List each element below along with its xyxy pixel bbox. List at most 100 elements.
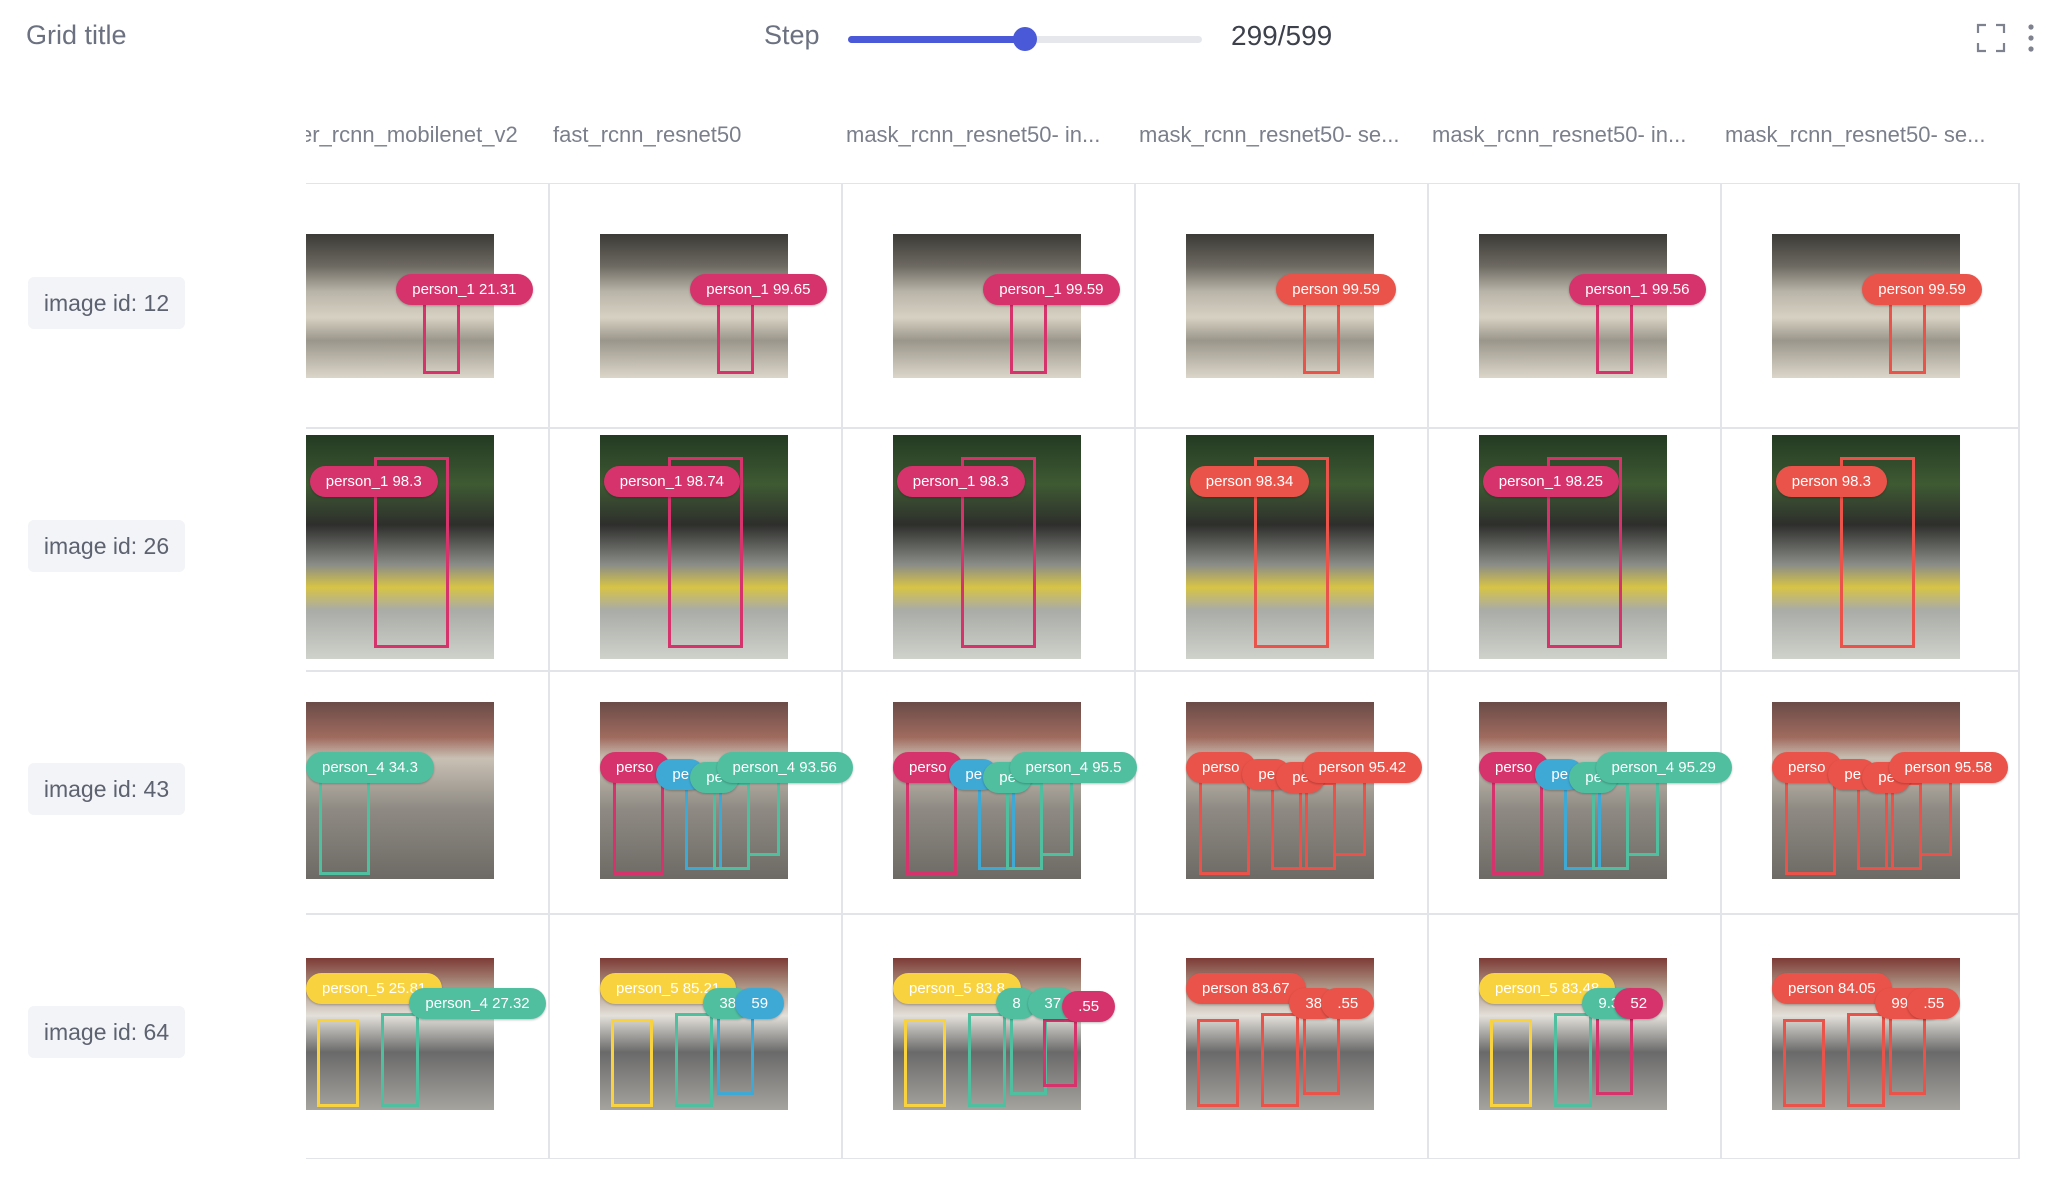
column-header: mask_rcnn_resnet50- se... bbox=[1139, 122, 1400, 147]
grid-cell[interactable]: person_5 83.48 9.35 52 bbox=[1427, 913, 1720, 1156]
detection-label: person 98.34 bbox=[1189, 466, 1310, 498]
grid-cell[interactable]: person_1 21.31 bbox=[306, 184, 548, 427]
detection-image[interactable] bbox=[1479, 234, 1667, 378]
detection-label: person 98.3 bbox=[1775, 466, 1887, 498]
detection-image[interactable] bbox=[1479, 702, 1667, 879]
detection-image[interactable] bbox=[1186, 702, 1374, 879]
bounding-box bbox=[1884, 781, 1923, 871]
detection-label: .55 bbox=[1907, 988, 1961, 1020]
detection-label: person_4 95.29 bbox=[1595, 751, 1732, 783]
bounding-box bbox=[1554, 1012, 1592, 1107]
grid-cell[interactable]: person_1 99.59 bbox=[841, 184, 1134, 427]
detection-image[interactable] bbox=[893, 234, 1081, 378]
grid-cell[interactable]: perso pe pe person_4 95.5 bbox=[841, 670, 1138, 913]
grid-cell[interactable]: person_1 98.74 bbox=[548, 427, 841, 670]
slider-thumb[interactable] bbox=[1013, 27, 1037, 51]
detection-label: person 95.58 bbox=[1888, 751, 2009, 783]
grid-cell[interactable]: perso pe pe person 95.58 bbox=[1720, 670, 2020, 913]
bounding-box bbox=[1009, 1011, 1048, 1095]
grid-cell[interactable]: person_5 83.8 8 37.55 bbox=[841, 913, 1134, 1156]
detection-label: person 84.05 bbox=[1772, 973, 1892, 1005]
slider-fill bbox=[848, 36, 1025, 43]
grid-cell[interactable]: perso pe pe person 95.42 bbox=[1134, 670, 1427, 913]
bounding-box bbox=[422, 301, 461, 374]
detection-image[interactable] bbox=[600, 702, 788, 879]
detection-image[interactable] bbox=[1772, 234, 1960, 378]
grid-cell[interactable]: person_1 98.3 bbox=[841, 427, 1134, 670]
bounding-box bbox=[1043, 1018, 1078, 1088]
grid-cell[interactable]: person_1 98.25 bbox=[1427, 427, 1720, 670]
bounding-box bbox=[968, 1012, 1006, 1107]
bounding-box bbox=[1009, 301, 1048, 374]
column-header: mask_rcnn_resnet50- in... bbox=[1432, 122, 1687, 147]
bounding-box bbox=[675, 1012, 713, 1107]
grid-title: Grid title bbox=[26, 20, 127, 50]
grid-cell[interactable]: perso pe pe person_4 93.56 bbox=[548, 670, 853, 913]
row-label: image id: 26 bbox=[28, 520, 185, 572]
bounding-box bbox=[1783, 1018, 1825, 1107]
detection-label: .55 bbox=[1321, 988, 1375, 1020]
toolbar: Grid title Step 299/599 bbox=[0, 0, 2048, 80]
detection-label: person_4 34.3 bbox=[306, 751, 434, 783]
detection-label: person_1 98.25 bbox=[1482, 466, 1620, 498]
bounding-box bbox=[1261, 1012, 1299, 1107]
bounding-box bbox=[746, 776, 781, 856]
grid-cell[interactable]: person_1 99.56 bbox=[1427, 184, 1720, 427]
bounding-box bbox=[1595, 1011, 1634, 1095]
detection-label: 52 bbox=[1614, 988, 1664, 1020]
grid-cell[interactable]: person 84.0599.37.55 bbox=[1720, 913, 2020, 1156]
grid-cell[interactable]: person_5 25.81 person_4 27.32 bbox=[306, 913, 548, 1156]
grid-cell[interactable]: person_1 99.65 bbox=[548, 184, 841, 427]
bounding-box bbox=[1005, 781, 1044, 871]
bounding-box bbox=[381, 1012, 419, 1107]
detection-label: person_1 99.65 bbox=[690, 274, 827, 306]
column-header: mask_rcnn_resnet50- se... bbox=[1725, 122, 1986, 147]
step-value: 299/599 bbox=[1231, 20, 1333, 51]
more-vertical-icon[interactable] bbox=[2026, 23, 2036, 53]
detection-label: person 83.67 bbox=[1186, 973, 1306, 1005]
bounding-box bbox=[1595, 301, 1634, 374]
row-label: image id: 43 bbox=[28, 763, 185, 815]
row-label: image id: 64 bbox=[28, 1006, 185, 1058]
grid-cell[interactable]: person 98.3 bbox=[1720, 427, 2020, 670]
detection-image[interactable] bbox=[306, 234, 494, 378]
bounding-box bbox=[1888, 1011, 1927, 1095]
bounding-box bbox=[1625, 776, 1660, 856]
detection-label: person_4 27.32 bbox=[409, 988, 546, 1020]
detection-image[interactable] bbox=[306, 702, 494, 879]
bounding-box bbox=[1302, 1011, 1341, 1095]
column-headers: er_rcnn_mobilenet_v2 fast_rcnn_resnet50 ma… bbox=[306, 122, 2020, 162]
bounding-box bbox=[611, 1018, 653, 1107]
detection-label: person 95.42 bbox=[1302, 751, 1423, 783]
detection-label: person 99.59 bbox=[1276, 274, 1396, 306]
grid-cell[interactable]: person_5 85.21 38 59 bbox=[548, 913, 841, 1156]
detection-label: person_1 99.56 bbox=[1569, 274, 1706, 306]
detection-image[interactable] bbox=[893, 702, 1081, 879]
bounding-box bbox=[1847, 1012, 1885, 1107]
detection-image[interactable] bbox=[1772, 702, 1960, 879]
grid-cell[interactable]: person 99.59 bbox=[1134, 184, 1427, 427]
column-header: mask_rcnn_resnet50- in... bbox=[846, 122, 1101, 147]
bounding-box bbox=[1490, 1018, 1532, 1107]
detection-label: person_1 98.74 bbox=[603, 466, 741, 498]
step-slider[interactable] bbox=[848, 27, 1202, 51]
grid-cell[interactable]: person 99.59 bbox=[1720, 184, 2020, 427]
bounding-box bbox=[1039, 776, 1074, 856]
detection-label: person_4 93.56 bbox=[716, 751, 853, 783]
grid-cell[interactable]: person 98.34 bbox=[1134, 427, 1427, 670]
detection-label: person_1 21.31 bbox=[396, 274, 533, 306]
grid-cell[interactable]: person_1 98.3 bbox=[306, 427, 548, 670]
detection-image[interactable] bbox=[1186, 234, 1374, 378]
detection-label: .55 bbox=[1062, 991, 1116, 1023]
bounding-box bbox=[1298, 781, 1337, 871]
detection-label: person_4 95.5 bbox=[1009, 751, 1138, 783]
fullscreen-icon[interactable] bbox=[1976, 23, 2006, 53]
bounding-box bbox=[1888, 301, 1927, 374]
grid-cell[interactable]: person_4 34.3 bbox=[306, 670, 548, 913]
detection-label: person_1 98.3 bbox=[309, 466, 438, 498]
detection-label: person_1 99.59 bbox=[983, 274, 1120, 306]
detection-image[interactable] bbox=[600, 234, 788, 378]
bounding-box bbox=[904, 1018, 946, 1107]
grid-cell[interactable]: perso pe pe person_4 95.29 bbox=[1427, 670, 1732, 913]
grid-cell[interactable]: person 83.67 38.55 bbox=[1134, 913, 1427, 1156]
